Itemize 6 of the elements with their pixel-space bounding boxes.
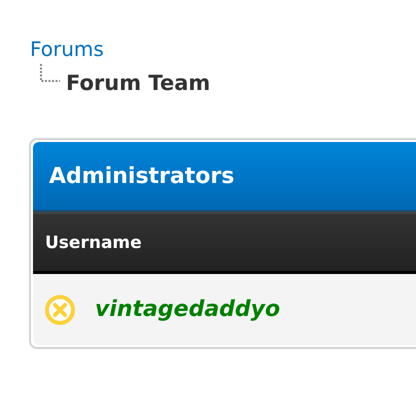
page-title: Forum Team bbox=[66, 70, 210, 96]
tree-connector-icon bbox=[40, 64, 60, 82]
username-link[interactable]: vintagedaddyo bbox=[95, 297, 280, 322]
column-header: Username bbox=[45, 232, 142, 252]
panel-title: Administrators bbox=[49, 164, 234, 188]
breadcrumb-link[interactable]: Forums bbox=[30, 36, 104, 62]
